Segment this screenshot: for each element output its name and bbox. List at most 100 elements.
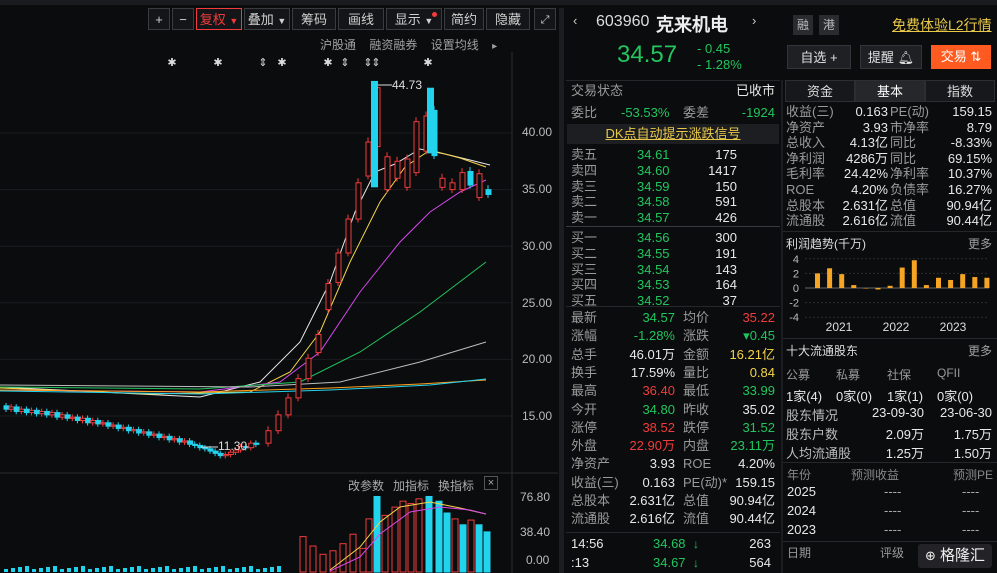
fuquan-button[interactable]: 复权 ▼ (196, 8, 242, 30)
ask-row[interactable]: 卖五 34.61 175 (571, 147, 779, 163)
overlay-button[interactable]: 叠加 ▼ (244, 8, 290, 30)
volume-bar (39, 568, 43, 572)
ask-price: 34.58 (637, 194, 670, 210)
bid-row[interactable]: 买四 34.53 164 (571, 277, 779, 293)
fuquan-label: 复权 (199, 12, 226, 27)
l2-trial-link[interactable]: 免费体验L2行情 (892, 15, 992, 35)
draw-line-button[interactable]: 画线 (338, 8, 384, 30)
candle-body (115, 424, 122, 429)
volume-bar (81, 566, 85, 572)
ask-row[interactable]: 卖四 34.60 1417 (571, 163, 779, 179)
bid-row[interactable]: 买三 34.54 143 (571, 262, 779, 278)
weibi-label: 委比 (571, 105, 598, 120)
vol-add-indicator[interactable]: 加指标 (393, 477, 429, 494)
profit-more-link[interactable]: 更多 (968, 235, 992, 252)
stat-label: 昨收 (683, 401, 710, 417)
hide-button[interactable]: 隐藏 (486, 8, 530, 30)
event-marker-icon[interactable]: ✱ (167, 57, 176, 69)
add-watchlist-button[interactable]: 自选 + (787, 45, 851, 69)
candle-body (100, 422, 107, 425)
zoom-out-button[interactable]: − (172, 8, 194, 30)
event-marker-icon[interactable]: ⇕ (371, 57, 380, 69)
close-icon[interactable]: × (484, 476, 498, 490)
price-tick: 30.00 (522, 239, 553, 253)
holder-type-count[interactable]: 1家(1) (887, 386, 923, 405)
profit-bar (984, 277, 990, 288)
candle-body (476, 173, 483, 199)
chevron-right-icon[interactable]: › (752, 13, 756, 28)
holder-type-header: 私募 (836, 368, 861, 382)
tab-index[interactable]: 指数 (925, 80, 995, 102)
bell-icon: 🔔︎ (897, 50, 915, 65)
event-marker-icon[interactable]: ⇕ (340, 57, 349, 69)
bid-row[interactable]: 买二 34.55 191 (571, 246, 779, 262)
fund-row: 净资产 3.93 市净率 8.79 (786, 120, 994, 136)
expand-icon[interactable]: ⤢ (534, 8, 556, 30)
candle-body (166, 435, 173, 441)
ask-row[interactable]: 卖三 34.59 150 (571, 179, 779, 195)
hgt-link[interactable]: 沪股通 (320, 38, 356, 52)
trade-button[interactable]: 交易 ⇅ (931, 45, 991, 69)
event-marker-icon[interactable]: ⇕ (258, 57, 267, 69)
event-marker-icon[interactable]: ✱ (323, 57, 332, 69)
trade-status-value: 已收市 (735, 83, 775, 98)
holder-type-count[interactable]: 0家(0) (937, 386, 973, 405)
volume-bar (214, 567, 218, 572)
order-ratio-row: 委比 -53.53% 委差 -1924 (571, 104, 779, 122)
bid-row[interactable]: 买一 34.56 300 (571, 230, 779, 246)
bid-label: 买四 (571, 277, 598, 293)
profit-bar (839, 274, 845, 288)
ask-row[interactable]: 卖二 34.58 591 (571, 194, 779, 210)
vol-change-params[interactable]: 改参数 (348, 477, 384, 494)
separator (566, 532, 780, 533)
ask-row[interactable]: 卖一 34.57 426 (571, 210, 779, 226)
candle-body (13, 406, 20, 412)
fund-value: 0.163 (855, 104, 888, 119)
holder-type-count[interactable]: 0家(0) (836, 386, 872, 405)
tab-basic[interactable]: 基本 (855, 80, 925, 102)
bid-price: 34.53 (637, 277, 670, 293)
margin-link[interactable]: 融资融券 (369, 38, 417, 52)
watermark-logo: ⊕ 格隆汇 (918, 544, 992, 568)
candle-body (156, 433, 163, 439)
zoom-in-button[interactable]: + (148, 8, 170, 30)
stat-row: 换手 17.59% 量比 0.84 (571, 364, 779, 382)
panel-divider[interactable] (559, 8, 564, 573)
simple-mode-button[interactable]: 简约 (444, 8, 484, 30)
kline-chart[interactable]: ✱ ✱ ⇕ ✱ ✱ ⇕ ⇕⇕ ✱ (0, 52, 558, 573)
ma-settings-link[interactable]: 设置均线 ▸ (431, 38, 507, 52)
chevron-left-icon[interactable]: ‹ (573, 13, 577, 28)
price-change: - 0.45 (697, 41, 731, 56)
vol-switch-indicator[interactable]: 换指标 (438, 477, 474, 494)
candle-body (34, 409, 41, 415)
volume-bar (359, 547, 367, 573)
candle-body (485, 189, 492, 195)
notify-dot-icon (432, 12, 437, 17)
dk-signal-link[interactable]: DK点自动提示涨跌信号 (567, 124, 779, 144)
display-button[interactable]: 显示 ▼ (386, 8, 442, 30)
alert-button[interactable]: 提醒 🔔︎ (860, 45, 922, 69)
candle-body (248, 442, 255, 449)
vol-tick: 38.40 (520, 525, 551, 539)
chip-button[interactable]: 筹码 (292, 8, 336, 30)
volume-bar (165, 566, 169, 572)
vol-tick: 76.80 (520, 490, 551, 504)
holders-more-link[interactable]: 更多 (968, 342, 992, 359)
volume-bar (88, 569, 92, 572)
stat-label: 跌停 (683, 419, 710, 435)
fund-label: 收益(三) (786, 104, 834, 119)
profit-bar (923, 285, 929, 288)
candle-body (371, 80, 378, 188)
holder-type-count[interactable]: 1家(4) (786, 386, 822, 405)
moving-average-line (0, 341, 487, 388)
event-marker-icon[interactable]: ✱ (213, 57, 222, 69)
event-marker-icon[interactable]: ✱ (423, 57, 432, 69)
candle-body (275, 414, 282, 432)
event-marker-icon[interactable]: ✱ (277, 57, 286, 69)
price-tick: 15.00 (522, 409, 553, 423)
volume-bar (18, 567, 22, 572)
fund-value: 24.42% (843, 166, 888, 182)
tab-funds[interactable]: 资金 (785, 80, 855, 102)
fund-label: 毛利率 (786, 166, 826, 182)
volume-bar (193, 566, 197, 572)
